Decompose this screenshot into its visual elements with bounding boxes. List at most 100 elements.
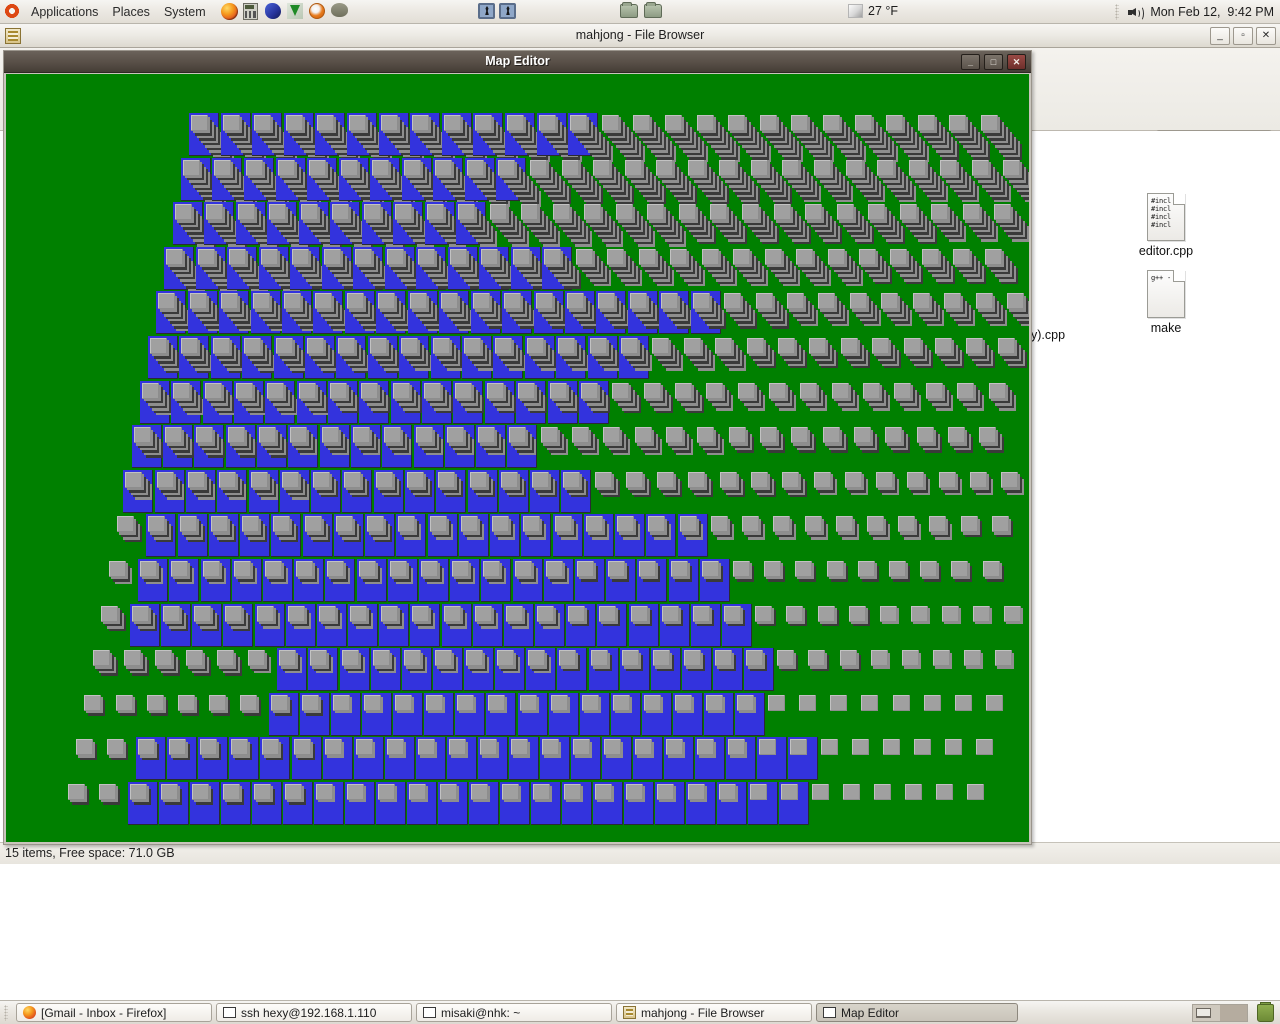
tile-stack[interactable] xyxy=(284,293,319,333)
tile-stack[interactable] xyxy=(292,248,330,291)
tile-stack[interactable] xyxy=(885,427,911,455)
tile-stack[interactable] xyxy=(608,561,630,584)
tile-stack[interactable] xyxy=(568,605,590,629)
tile-stack[interactable] xyxy=(755,293,789,331)
tile-stack[interactable] xyxy=(971,159,1011,205)
tile-stack[interactable] xyxy=(304,516,330,544)
tile-stack[interactable] xyxy=(372,650,396,676)
tile-stack[interactable] xyxy=(812,784,834,802)
tile-stack[interactable] xyxy=(976,739,998,757)
tile-stack[interactable] xyxy=(188,471,215,502)
tile-stack[interactable] xyxy=(595,784,617,805)
tile-stack[interactable] xyxy=(701,248,737,289)
tile-stack[interactable] xyxy=(598,293,632,331)
tile-stack[interactable] xyxy=(629,293,663,331)
tile-stack[interactable] xyxy=(683,650,706,673)
tile-stack[interactable] xyxy=(443,605,467,632)
tile-stack[interactable] xyxy=(951,561,973,584)
duck-icon[interactable] xyxy=(264,2,283,21)
map-editor-window[interactable]: Map Editor _ □ ✕ xyxy=(3,50,1032,845)
tile-stack[interactable] xyxy=(674,382,704,416)
tile-stack[interactable] xyxy=(625,471,651,500)
tile-stack[interactable] xyxy=(947,427,973,455)
tile-stack[interactable] xyxy=(526,338,558,373)
tile-stack[interactable] xyxy=(115,694,138,718)
tile-stack[interactable] xyxy=(621,650,644,673)
tile-stack[interactable] xyxy=(617,516,640,542)
bottom-panel[interactable]: [Gmail - Inbox - Firefox] ssh hexy@192.1… xyxy=(0,1000,1280,1024)
tile-stack[interactable] xyxy=(724,293,758,331)
tile-stack[interactable] xyxy=(321,427,349,457)
tile-stack[interactable] xyxy=(975,293,1007,328)
tile-stack[interactable] xyxy=(481,248,519,291)
tile-stack[interactable] xyxy=(514,561,538,587)
tile-stack[interactable] xyxy=(438,471,464,500)
tile-stack[interactable] xyxy=(719,784,741,805)
tile-stack[interactable] xyxy=(281,471,309,502)
tile-stack[interactable] xyxy=(258,427,288,460)
tile-stack[interactable] xyxy=(960,516,983,539)
tile-stack[interactable] xyxy=(532,471,557,500)
tile-stack[interactable] xyxy=(759,115,803,165)
tile-stack[interactable] xyxy=(861,694,883,713)
tile-stack[interactable] xyxy=(831,382,859,413)
tile-stack[interactable] xyxy=(130,784,152,807)
tile-stack[interactable] xyxy=(262,739,284,762)
tile-stack[interactable] xyxy=(1003,159,1029,205)
tile-stack[interactable] xyxy=(541,739,564,760)
tile-stack[interactable] xyxy=(133,427,163,460)
tile-stack[interactable] xyxy=(840,338,870,371)
tile-stack[interactable] xyxy=(327,561,351,587)
tile-stack[interactable] xyxy=(995,650,1017,671)
tile-stack[interactable] xyxy=(194,605,220,634)
maximize-button[interactable]: □ xyxy=(984,54,1003,70)
menu-places[interactable]: Places xyxy=(105,2,157,22)
vim-icon[interactable] xyxy=(286,2,305,21)
tile-stack[interactable] xyxy=(219,471,247,502)
tile-stack[interactable] xyxy=(421,561,444,587)
tile-stack[interactable] xyxy=(719,471,745,500)
tile-stack[interactable] xyxy=(903,338,933,371)
tile-stack[interactable] xyxy=(364,694,386,716)
tile-stack[interactable] xyxy=(615,204,655,249)
tile-stack[interactable] xyxy=(545,561,569,587)
tile-stack[interactable] xyxy=(386,248,424,291)
tile-stack[interactable] xyxy=(733,248,768,289)
tile-stack[interactable] xyxy=(839,650,862,673)
tile-stack[interactable] xyxy=(179,516,205,544)
tile-stack[interactable] xyxy=(389,561,413,587)
tile-stack[interactable] xyxy=(877,159,917,205)
tile-stack[interactable] xyxy=(563,471,589,500)
tile-stack[interactable] xyxy=(823,115,866,165)
folder-shortcuts[interactable] xyxy=(620,2,662,18)
tile-stack[interactable] xyxy=(523,516,547,542)
tile-stack[interactable] xyxy=(826,561,849,584)
tile-stack[interactable] xyxy=(471,784,493,805)
tile-stack[interactable] xyxy=(742,516,765,542)
tile-stack[interactable] xyxy=(657,784,679,805)
tile-stack[interactable] xyxy=(164,427,194,460)
tile-stack[interactable] xyxy=(330,382,359,416)
tile-stack[interactable] xyxy=(603,427,631,457)
tile-stack[interactable] xyxy=(540,427,568,457)
tile-stack[interactable] xyxy=(107,739,129,762)
tile-stack[interactable] xyxy=(633,115,677,165)
tile-stack[interactable] xyxy=(966,338,996,371)
tile-stack[interactable] xyxy=(208,694,231,718)
tile-stack[interactable] xyxy=(848,605,871,629)
tile-stack[interactable] xyxy=(352,427,380,457)
tile-stack[interactable] xyxy=(171,561,195,587)
tile-stack[interactable] xyxy=(395,694,417,716)
tile-stack[interactable] xyxy=(313,471,339,500)
tile-stack[interactable] xyxy=(857,561,880,584)
minimize-button[interactable]: _ xyxy=(1210,27,1230,45)
tile-stack[interactable] xyxy=(310,650,334,676)
tile-stack[interactable] xyxy=(239,694,262,718)
tile-stack[interactable] xyxy=(448,739,471,760)
tile-stack[interactable] xyxy=(764,248,800,289)
tile-stack[interactable] xyxy=(859,248,892,287)
map-editor-titlebar[interactable]: Map Editor _ □ ✕ xyxy=(4,51,1031,73)
tile-stack[interactable] xyxy=(706,694,728,716)
tile-stack[interactable] xyxy=(601,115,645,165)
tile-stack[interactable] xyxy=(564,784,586,805)
